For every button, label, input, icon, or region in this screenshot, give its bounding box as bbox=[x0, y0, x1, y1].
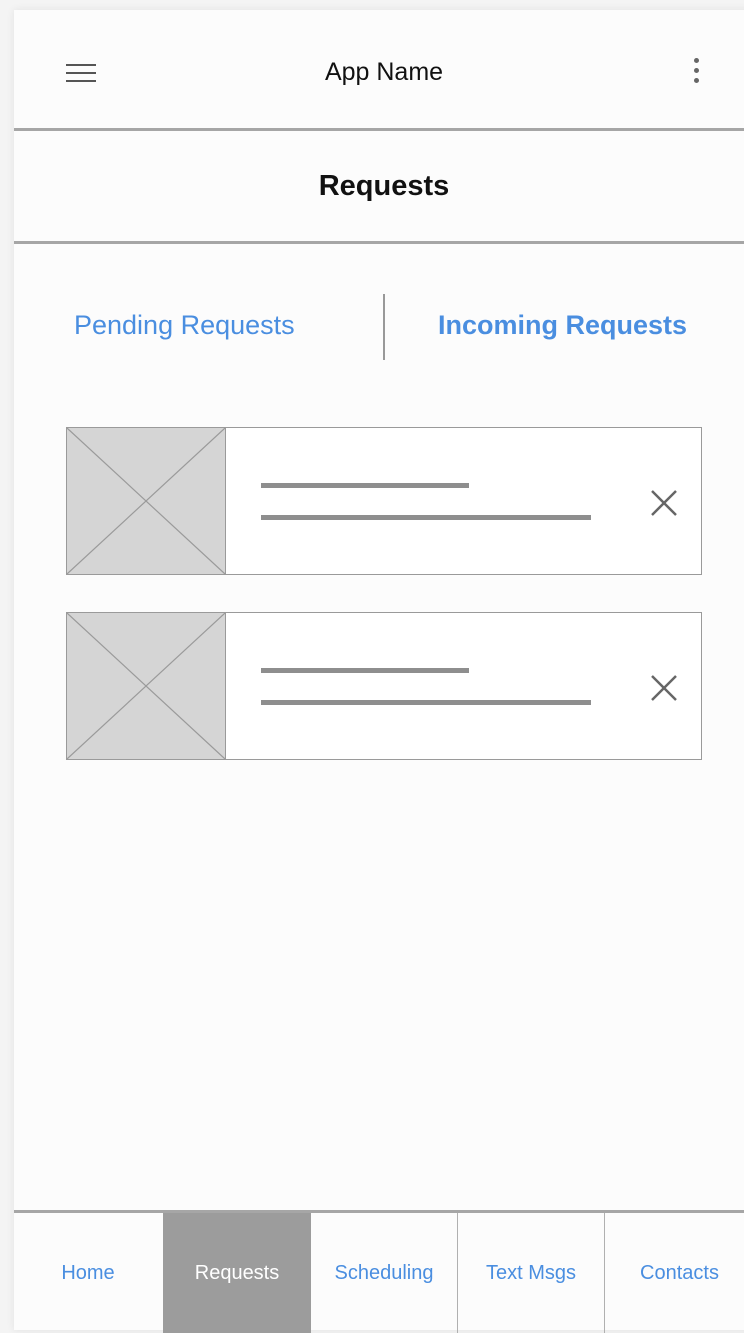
request-title-placeholder bbox=[261, 668, 469, 673]
image-placeholder-icon bbox=[67, 613, 226, 759]
tab-separator bbox=[383, 294, 385, 360]
page-title: Requests bbox=[318, 170, 450, 202]
request-subtitle-placeholder bbox=[261, 515, 591, 520]
app-title: App Name bbox=[324, 58, 444, 86]
close-icon[interactable] bbox=[647, 671, 681, 705]
phone-screen: App Name Requests Pending Requests Incom… bbox=[14, 10, 744, 1333]
nav-item-home[interactable]: Home bbox=[14, 1213, 162, 1333]
request-card[interactable] bbox=[66, 612, 702, 760]
nav-item-contacts[interactable]: Contacts bbox=[605, 1213, 744, 1333]
kebab-menu-icon[interactable] bbox=[686, 58, 706, 94]
bottom-nav: Home Requests Scheduling Text Msgs Conta… bbox=[14, 1210, 744, 1333]
app-bar-divider bbox=[14, 128, 744, 131]
image-placeholder-icon bbox=[67, 428, 226, 574]
request-subtitle-placeholder bbox=[261, 700, 591, 705]
request-card[interactable] bbox=[66, 427, 702, 575]
nav-item-text-msgs[interactable]: Text Msgs bbox=[458, 1213, 604, 1333]
tab-pending-requests[interactable]: Pending Requests bbox=[74, 310, 295, 341]
close-icon[interactable] bbox=[647, 486, 681, 520]
request-title-placeholder bbox=[261, 483, 469, 488]
page-title-divider bbox=[14, 241, 744, 244]
tab-incoming-requests[interactable]: Incoming Requests bbox=[438, 310, 687, 341]
app-bar: App Name bbox=[14, 10, 744, 130]
nav-item-scheduling[interactable]: Scheduling bbox=[311, 1213, 457, 1333]
nav-item-requests[interactable]: Requests bbox=[163, 1213, 311, 1333]
